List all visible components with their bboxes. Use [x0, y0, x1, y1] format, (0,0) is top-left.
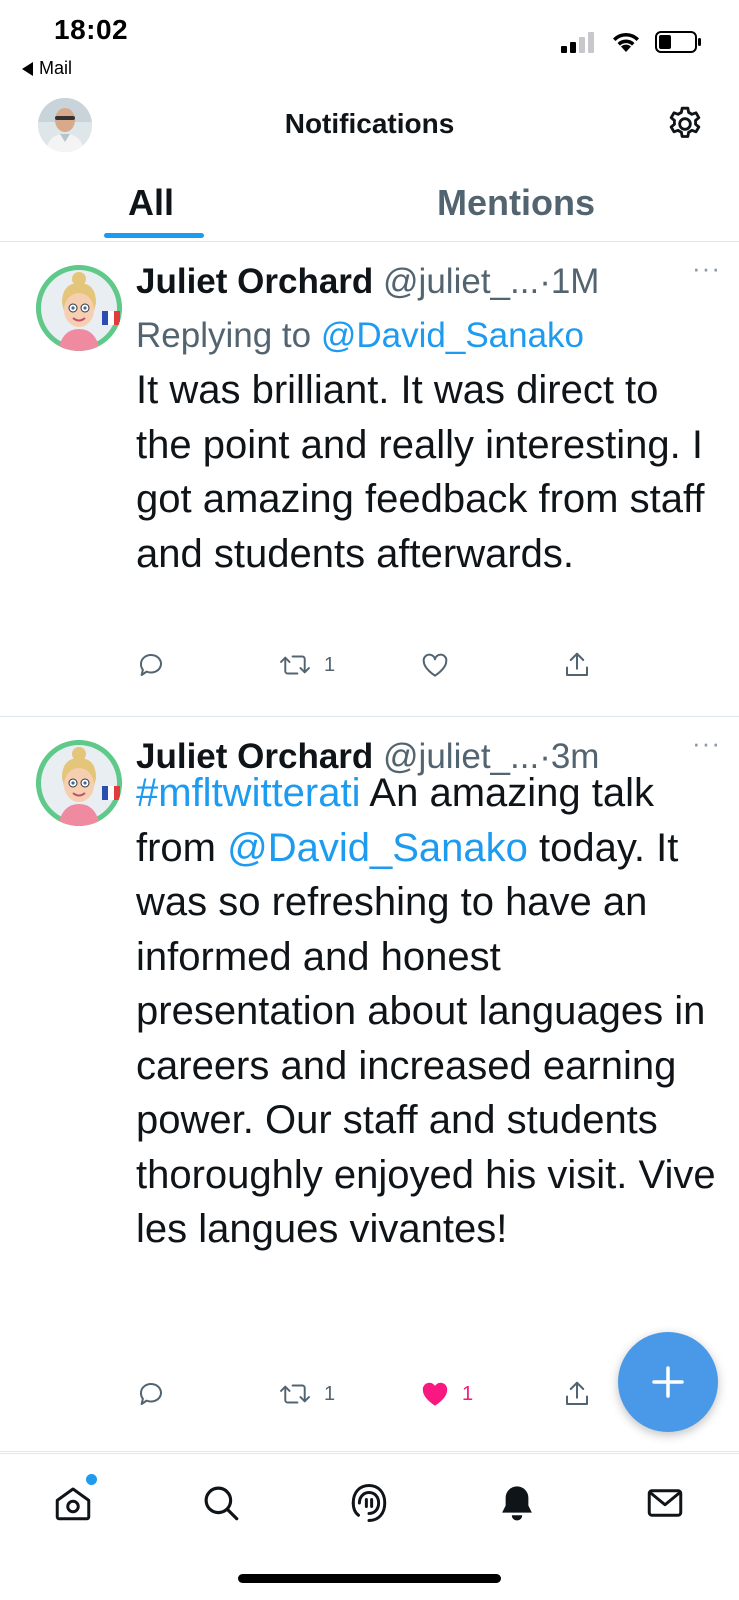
tweet-text: #mfltwitterati An amazing talk from @Dav…	[136, 766, 716, 1257]
tweet-time: 1M	[550, 262, 600, 301]
page-title: Notifications	[284, 108, 455, 139]
author-handle[interactable]: @juliet_...	[383, 262, 539, 301]
reply-icon	[139, 654, 162, 676]
author-name[interactable]: Juliet Orchard	[136, 262, 373, 301]
hashtag-link[interactable]: #mfltwitterati	[136, 771, 361, 815]
reply-button[interactable]	[136, 645, 178, 685]
bitmoji-avatar-icon	[36, 265, 122, 351]
tweet-header: Juliet Orchard @juliet_...·1M	[136, 259, 719, 305]
author-avatar[interactable]	[36, 740, 122, 826]
settings-button[interactable]	[665, 104, 705, 144]
back-app-label: Mail	[39, 58, 73, 78]
share-icon	[566, 1381, 588, 1405]
nav-search[interactable]	[196, 1478, 246, 1528]
status-time: 18:02	[54, 14, 129, 45]
like-button[interactable]: 1	[420, 1374, 473, 1414]
notification-tabs: All Mentions	[0, 170, 739, 242]
bitmoji-avatar-icon	[36, 740, 122, 826]
active-tab-indicator	[104, 233, 204, 238]
mention-link[interactable]: @David_Sanako	[321, 316, 584, 355]
retweet-count: 1	[324, 653, 336, 676]
tweet[interactable]: Juliet Orchard @juliet_...·1M ··· Replyi…	[0, 243, 739, 717]
replying-to: Replying to @David_Sanako	[136, 313, 584, 359]
compose-tweet-button[interactable]	[618, 1332, 718, 1432]
nav-home[interactable]	[48, 1478, 98, 1528]
home-indicator	[238, 1574, 501, 1583]
share-icon	[566, 652, 588, 676]
reply-button[interactable]	[136, 1374, 178, 1414]
author-avatar[interactable]	[36, 265, 122, 351]
tweet-actions: 1	[136, 645, 616, 685]
notifications-bell-icon	[502, 1486, 532, 1521]
retweet-button[interactable]: 1	[278, 645, 335, 685]
back-to-mail-button[interactable]: Mail	[22, 58, 72, 79]
more-options-button[interactable]: ···	[692, 253, 721, 284]
home-icon	[55, 1487, 91, 1521]
retweet-icon	[280, 655, 310, 675]
retweet-count: 1	[324, 1382, 336, 1405]
gear-icon	[669, 106, 701, 138]
new-content-dot	[86, 1474, 97, 1485]
heart-outline-icon	[422, 653, 448, 677]
nav-notifications[interactable]	[492, 1478, 542, 1528]
more-options-button[interactable]: ···	[692, 728, 721, 759]
retweet-button[interactable]: 1	[278, 1374, 335, 1414]
retweet-icon	[280, 1384, 310, 1404]
battery-icon	[655, 31, 701, 53]
time-separator: ·	[539, 262, 551, 301]
reply-icon	[139, 1383, 162, 1405]
mention-link[interactable]: @David_Sanako	[227, 826, 528, 870]
share-button[interactable]	[562, 645, 592, 685]
back-arrow-icon	[22, 61, 33, 76]
wifi-icon	[613, 32, 639, 52]
tweet-text: It was brilliant. It was direct to the p…	[136, 368, 705, 576]
heart-filled-icon	[422, 1382, 448, 1406]
cellular-signal-icon	[561, 32, 594, 53]
like-button[interactable]	[420, 645, 462, 685]
nav-spaces[interactable]	[344, 1478, 394, 1528]
plus-icon	[652, 1366, 684, 1398]
tweet-text-part: today. It was so refreshing to have an i…	[136, 825, 716, 1252]
spaces-icon	[351, 1484, 387, 1522]
share-button[interactable]	[562, 1374, 592, 1414]
search-icon	[204, 1486, 239, 1521]
status-bar: 18:02 Mail	[0, 0, 739, 80]
tweet-actions: 1 1	[136, 1374, 616, 1414]
tweet[interactable]: Juliet Orchard @juliet_...·3m ··· #mfltw…	[0, 718, 739, 1452]
nav-messages[interactable]	[640, 1478, 690, 1528]
tab-mentions[interactable]: Mentions	[437, 182, 595, 224]
like-count: 1	[462, 1382, 474, 1405]
tab-all[interactable]: All	[128, 182, 174, 224]
system-icons	[561, 30, 703, 54]
bottom-navigation	[0, 1453, 739, 1600]
replying-to-prefix: Replying to	[136, 316, 312, 355]
header: Notifications	[0, 92, 739, 162]
messages-envelope-icon	[647, 1489, 683, 1517]
